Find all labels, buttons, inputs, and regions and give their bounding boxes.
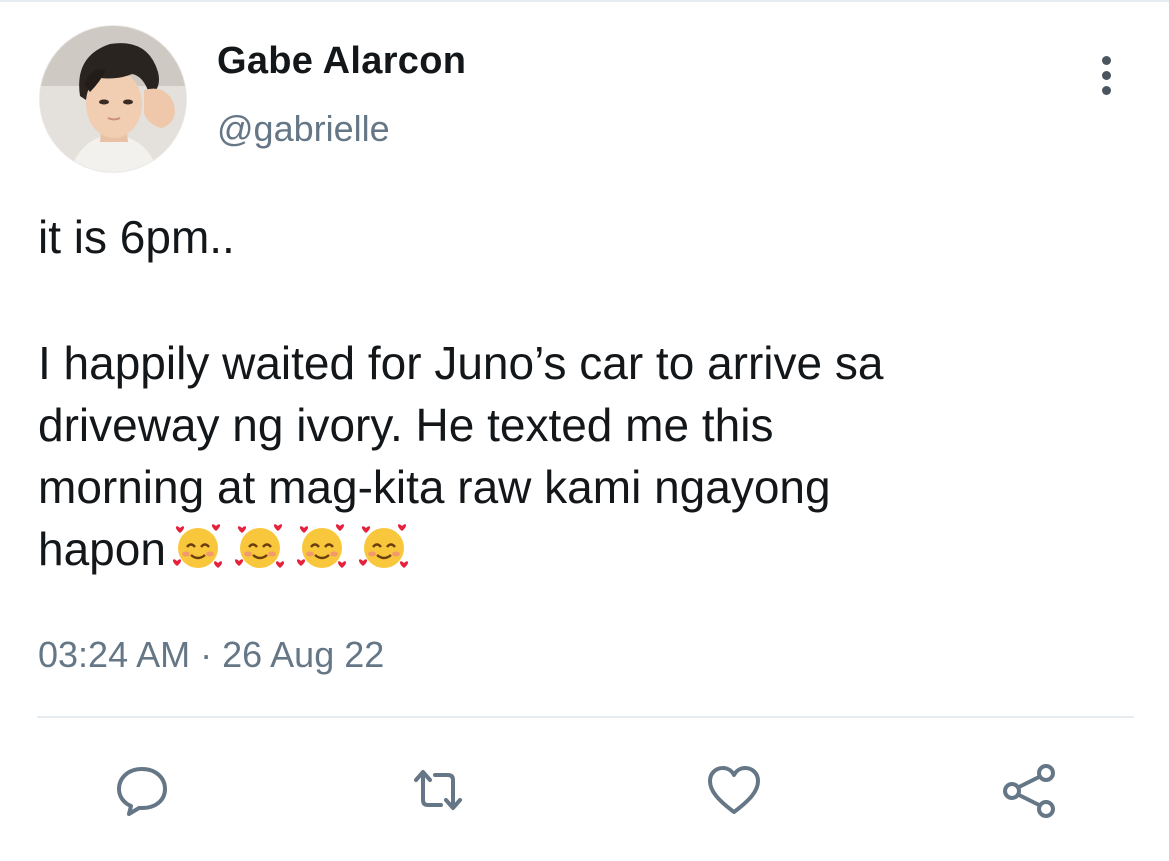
tweet-timestamp[interactable]: 03:24 AM · 26 Aug 22 [38,634,384,676]
handle[interactable]: @gabrielle [217,108,390,150]
more-options-button[interactable] [1090,54,1124,96]
tweet-line: I happily waited for Juno’s car to arriv… [38,337,884,389]
top-border [0,0,1169,2]
more-dot-icon [1102,71,1111,80]
like-button[interactable] [704,760,764,820]
more-dot-icon [1102,56,1111,65]
emoji-row [172,521,420,588]
avatar[interactable] [40,26,186,172]
reply-icon [117,767,167,816]
tweet-line-text: hapon [38,523,166,575]
tweet-line: it is 6pm.. [38,211,235,263]
retweet-button[interactable] [408,760,468,820]
share-button[interactable] [1000,760,1060,820]
like-icon [708,766,760,814]
tweet-line-last: hapon [38,518,1138,588]
divider [37,716,1134,718]
smiling-face-with-hearts-icon [234,521,286,573]
share-icon [1003,764,1055,818]
tweet-text: it is 6pm.. I happily waited for Juno’s … [38,206,1138,588]
display-name[interactable]: Gabe Alarcon [217,40,466,83]
tweet-line: morning at mag-kita raw kami ngayong [38,461,831,513]
smiling-face-with-hearts-icon [296,521,348,573]
smiling-face-with-hearts-icon [172,521,224,573]
reply-button[interactable] [112,760,172,820]
avatar-image [40,26,186,172]
retweet-icon [414,770,462,810]
tweet-line: driveway ng ivory. He texted me this [38,399,774,451]
smiling-face-with-hearts-icon [358,521,410,573]
more-dot-icon [1102,86,1111,95]
